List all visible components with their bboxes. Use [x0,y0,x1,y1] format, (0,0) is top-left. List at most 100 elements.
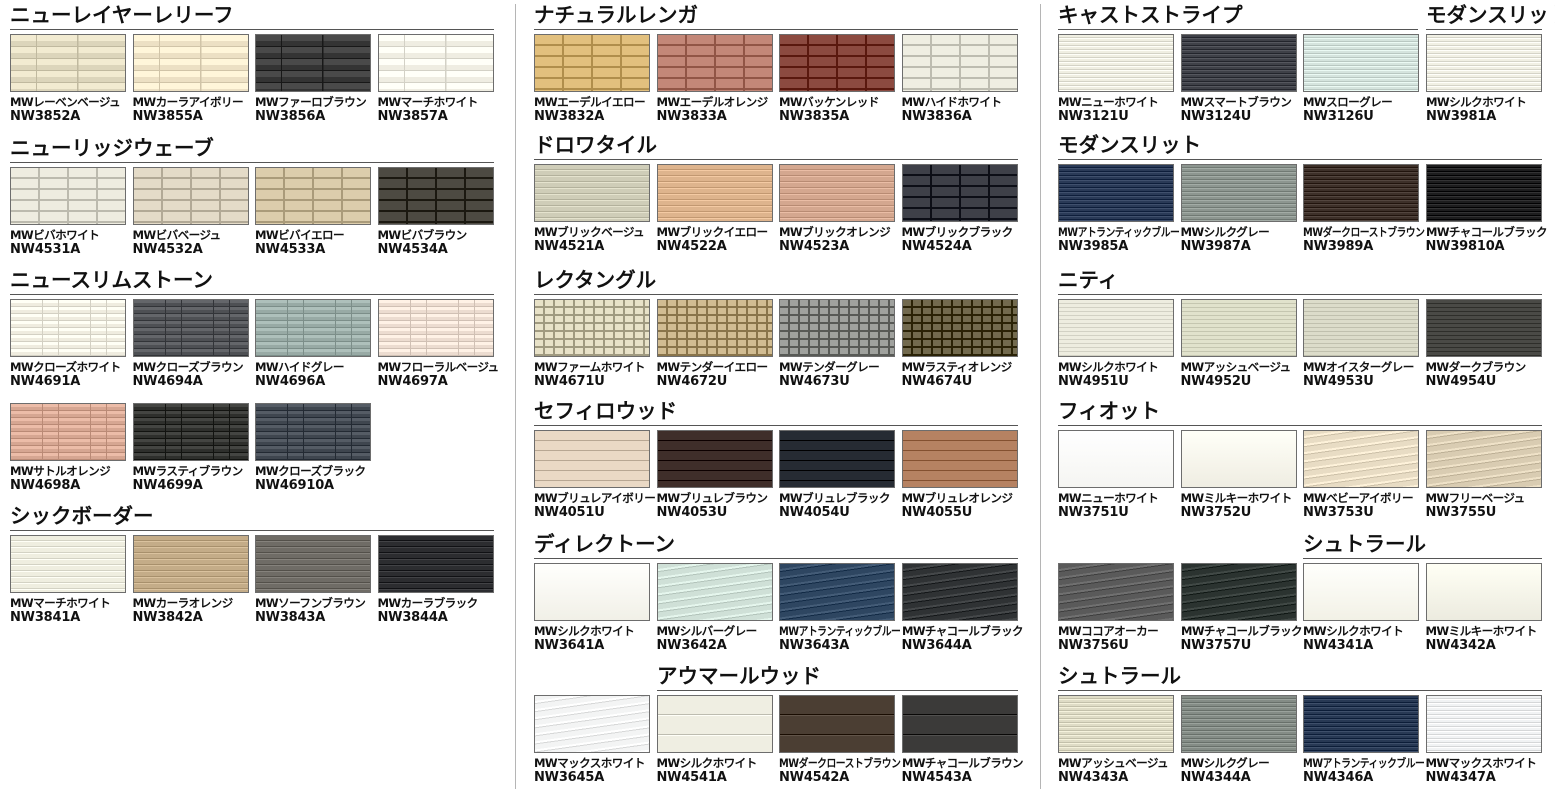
color-swatch-item[interactable]: MWチャコールブラウン NW4543A [901,695,1023,785]
texture-swatch[interactable] [10,34,126,92]
color-swatch-item[interactable]: MWレーベンベージュ NW3852A [10,34,128,124]
color-swatch-item[interactable]: MWラスティオレンジ NW4674U [901,299,1020,389]
texture-swatch[interactable] [1180,164,1297,222]
color-swatch-item[interactable]: MWブリュレアイボリー NW4051U [534,430,656,520]
texture-swatch[interactable] [1058,299,1174,357]
color-swatch-item[interactable]: MWシルクホワイト NW4951U [1058,299,1176,389]
texture-swatch[interactable] [1425,299,1542,357]
texture-swatch[interactable] [1180,563,1297,621]
texture-swatch[interactable] [1180,34,1297,92]
color-swatch-item[interactable]: MWシルクホワイト NW4341A [1303,563,1421,653]
color-swatch-item[interactable]: MWシルクホワイト NW4541A [656,695,775,785]
color-swatch-item[interactable]: MWテンダーイエロー NW4672U [656,299,775,389]
color-swatch-item[interactable]: MWビバベージュ NW4532A [132,167,251,257]
color-swatch-item[interactable]: MWスマートブラウン NW3124U [1180,34,1299,124]
texture-swatch[interactable] [1058,430,1174,488]
color-swatch-item[interactable]: MWシルクグレー NW4344A [1180,695,1299,785]
color-swatch-item[interactable]: MWニューホワイト NW3751U [1058,430,1176,520]
color-swatch-item[interactable]: MWチャコールブラック NW3757U [1180,563,1302,653]
color-swatch-item[interactable]: MWブリックイエロー NW4522A [656,164,775,254]
color-swatch-item[interactable]: MWシルクグレー NW3987A [1180,164,1299,254]
texture-swatch[interactable] [656,299,773,357]
color-swatch-item[interactable]: MWオイスターグレー NW4953U [1303,299,1421,389]
color-swatch-item[interactable]: MWマックスホワイト NW4347A [1425,695,1544,785]
color-swatch-item[interactable]: MWフリーベージュ NW3755U [1425,430,1544,520]
texture-swatch[interactable] [901,695,1018,753]
texture-swatch[interactable] [901,299,1018,357]
color-swatch-item[interactable]: MWカーラアイボリー NW3855A [132,34,251,124]
texture-swatch[interactable] [534,164,650,222]
texture-swatch[interactable] [255,167,371,225]
texture-swatch[interactable] [377,299,494,357]
color-swatch-item[interactable]: MWアッシュベージュ NW4343A [1058,695,1176,785]
color-swatch-item[interactable]: MWビバブラウン NW4534A [377,167,496,257]
texture-swatch[interactable] [1426,34,1542,92]
texture-swatch[interactable] [779,563,895,621]
color-swatch-item[interactable]: MWクローズブラック NW46910A [255,403,373,493]
color-swatch-item[interactable]: MWフローラルベージュ NW4697A [377,299,499,389]
color-swatch-item[interactable]: MWベビーアイボリー NW3753U [1303,430,1421,520]
color-swatch-item[interactable]: MWマーチホワイト NW3857A [377,34,496,124]
color-swatch-item[interactable]: MWニューホワイト NW3121U [1058,34,1176,124]
color-swatch-item[interactable]: MWエーデルイエロー NW3832A [534,34,652,124]
color-swatch-item[interactable]: MWアトランティックブルー NW4346A [1303,695,1425,785]
texture-swatch[interactable] [377,167,494,225]
color-swatch-item[interactable]: MWカーラオレンジ NW3842A [132,535,251,625]
texture-swatch[interactable] [1180,695,1297,753]
texture-swatch[interactable] [132,34,249,92]
texture-swatch[interactable] [10,167,126,225]
texture-swatch[interactable] [10,535,126,593]
color-swatch-item[interactable]: MWクローズホワイト NW4691A [10,299,128,389]
texture-swatch[interactable] [132,299,249,357]
color-swatch-item[interactable]: MWブリックベージュ NW4521A [534,164,652,254]
texture-swatch[interactable] [132,167,249,225]
texture-swatch[interactable] [1303,34,1419,92]
texture-swatch[interactable] [656,430,773,488]
texture-swatch[interactable] [10,299,126,357]
color-swatch-item[interactable]: MWマックスホワイト NW3645A [534,695,652,785]
color-swatch-item[interactable]: MWシルクホワイト NW3981A [1426,34,1544,124]
color-swatch-item[interactable]: MWカーラブラック NW3844A [377,535,496,625]
texture-swatch[interactable] [255,34,371,92]
texture-swatch[interactable] [255,535,371,593]
texture-swatch[interactable] [1303,695,1419,753]
color-swatch-item[interactable]: MWテンダーグレー NW4673U [779,299,897,389]
texture-swatch[interactable] [779,164,895,222]
texture-swatch[interactable] [1058,34,1174,92]
color-swatch-item[interactable]: MWアッシュベージュ NW4952U [1180,299,1299,389]
color-swatch-item[interactable]: MWミルキーホワイト NW4342A [1425,563,1544,653]
texture-swatch[interactable] [10,403,126,461]
texture-swatch[interactable] [534,430,650,488]
texture-swatch[interactable] [901,430,1018,488]
color-swatch-item[interactable]: MWブリックブラック NW4524A [901,164,1020,254]
texture-swatch[interactable] [1180,299,1297,357]
color-swatch-item[interactable]: MWブリュレブラック NW4054U [779,430,897,520]
texture-swatch[interactable] [377,535,494,593]
color-swatch-item[interactable]: MWチャコールブラック NW39810A [1425,164,1547,254]
color-swatch-item[interactable]: MWファーロブラウン NW3856A [255,34,373,124]
texture-swatch[interactable] [779,430,895,488]
color-swatch-item[interactable]: MWビバイエロー NW4533A [255,167,373,257]
color-swatch-item[interactable]: MWココアオーカー NW3756U [1058,563,1176,653]
texture-swatch[interactable] [1425,563,1542,621]
texture-swatch[interactable] [1303,563,1419,621]
texture-swatch[interactable] [255,403,371,461]
texture-swatch[interactable] [1425,695,1542,753]
color-swatch-item[interactable]: MWシルバーグレー NW3642A [656,563,775,653]
color-swatch-item[interactable]: MWアトランティックブルー NW3643A [779,563,901,653]
texture-swatch[interactable] [656,34,773,92]
color-swatch-item[interactable]: MWブリュレブラウン NW4053U [656,430,775,520]
color-swatch-item[interactable]: MWバッケンレッド NW3835A [779,34,897,124]
texture-swatch[interactable] [132,403,249,461]
color-swatch-item[interactable]: MWサトルオレンジ NW4698A [10,403,128,493]
color-swatch-item[interactable]: MWシルクホワイト NW3641A [534,563,652,653]
color-swatch-item[interactable]: MWミルキーホワイト NW3752U [1180,430,1299,520]
texture-swatch[interactable] [1058,164,1174,222]
texture-swatch[interactable] [656,695,773,753]
texture-swatch[interactable] [901,164,1018,222]
texture-swatch[interactable] [1180,430,1297,488]
texture-swatch[interactable] [255,299,371,357]
color-swatch-item[interactable]: MWダークブラウン NW4954U [1425,299,1544,389]
texture-swatch[interactable] [534,34,650,92]
texture-swatch[interactable] [1303,430,1419,488]
